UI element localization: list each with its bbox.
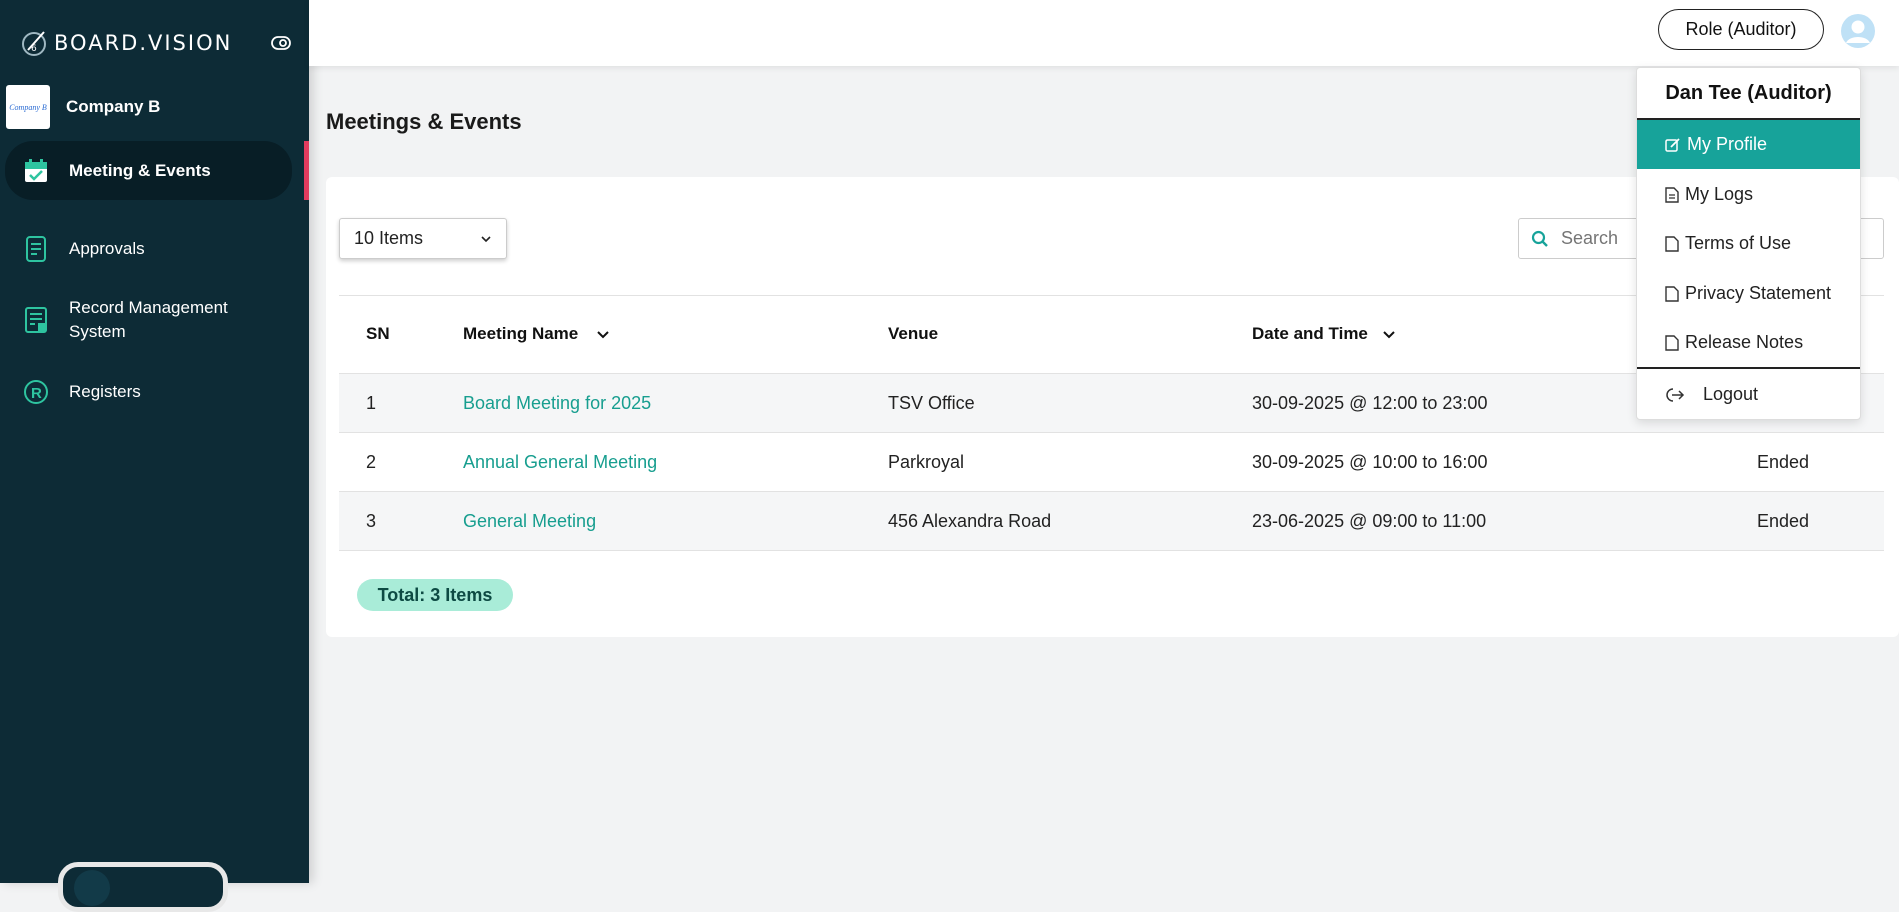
- brand-logo-icon: 6: [22, 31, 46, 56]
- sort-chevron-icon[interactable]: [596, 327, 610, 341]
- menu-item-my-logs[interactable]: My Logs: [1637, 170, 1860, 219]
- sidebar-item-record-management[interactable]: Record Management System: [5, 290, 292, 350]
- menu-item-label: My Profile: [1687, 134, 1768, 154]
- cell-sn: 3: [366, 511, 377, 531]
- role-button[interactable]: Role (Auditor): [1658, 9, 1824, 50]
- logout-icon: [1666, 387, 1685, 402]
- menu-item-label: Release Notes: [1685, 332, 1804, 352]
- calendar-check-icon: [25, 158, 47, 182]
- header-label: Meeting Name: [463, 324, 579, 343]
- menu-item-terms-of-use[interactable]: Terms of Use: [1637, 219, 1860, 268]
- table-row: 3 General Meeting 456 Alexandra Road 23-…: [339, 492, 1884, 551]
- records-icon: [25, 307, 47, 333]
- document-list-icon: [26, 236, 46, 262]
- header-meeting-name[interactable]: Meeting Name: [463, 324, 610, 344]
- cell-venue: 456 Alexandra Road: [888, 511, 1052, 531]
- sidebar-item-label: Meeting & Events: [69, 160, 211, 180]
- menu-divider: [1637, 367, 1860, 369]
- header-label: Date and Time: [1252, 324, 1368, 343]
- sidebar-toggle-icon[interactable]: [271, 36, 291, 50]
- document-icon: [1665, 285, 1679, 302]
- meeting-name-link[interactable]: General Meeting: [463, 511, 596, 532]
- active-nav-indicator: [304, 141, 309, 200]
- search-icon: [1531, 230, 1548, 247]
- header-sn: SN: [366, 324, 390, 343]
- brand[interactable]: 6 BOARD.VISION: [20, 26, 232, 60]
- edit-icon: [1665, 137, 1680, 152]
- items-per-page-select[interactable]: 10 Items: [339, 218, 507, 259]
- company-switcher[interactable]: Company B Company B: [6, 85, 160, 129]
- cell-date-time: 30-09-2025 @ 12:00 to 23:00: [1252, 393, 1488, 413]
- chevron-down-icon: [481, 236, 491, 243]
- menu-item-label: Privacy Statement: [1685, 283, 1832, 303]
- page-title: Meetings & Events: [326, 109, 522, 134]
- menu-item-my-profile[interactable]: My Profile: [1637, 120, 1860, 169]
- menu-item-label: My Logs: [1685, 184, 1754, 204]
- document-icon: [1665, 334, 1679, 351]
- cell-venue: TSV Office: [888, 393, 975, 413]
- svg-text:6: 6: [31, 44, 37, 54]
- meeting-name-link[interactable]: Board Meeting for 2025: [463, 393, 651, 414]
- sidebar-bottom-avatar: [74, 870, 110, 906]
- sidebar-item-meetings-events[interactable]: Meeting & Events: [5, 141, 292, 200]
- user-menu-header: Dan Tee (Auditor): [1637, 68, 1860, 120]
- sort-chevron-icon[interactable]: [1382, 327, 1396, 341]
- total-items-badge: Total: 3 Items: [357, 579, 513, 611]
- menu-item-release-notes[interactable]: Release Notes: [1637, 318, 1860, 367]
- meeting-name-link[interactable]: Annual General Meeting: [463, 452, 657, 473]
- cell-status: Ended: [1757, 511, 1810, 531]
- company-logo: Company B: [6, 85, 50, 129]
- cell-date-time: 23-06-2025 @ 09:00 to 11:00: [1252, 511, 1487, 531]
- header-venue: Venue: [888, 324, 939, 343]
- sidebar-item-approvals[interactable]: Approvals: [5, 224, 292, 274]
- cell-sn: 2: [366, 452, 377, 472]
- sidebar: 6 BOARD.VISION Company B Company B Meeti…: [0, 0, 309, 912]
- company-name: Company B: [66, 97, 161, 116]
- cell-date-time: 30-09-2025 @ 10:00 to 16:00: [1252, 452, 1488, 472]
- svg-text:R: R: [31, 385, 42, 402]
- cell-sn: 1: [366, 393, 377, 413]
- cell-status: Ended: [1757, 452, 1810, 472]
- document-lines-icon: [1665, 186, 1679, 203]
- menu-item-label: Logout: [1703, 384, 1759, 404]
- document-icon: [1665, 235, 1679, 252]
- user-avatar-icon[interactable]: [1840, 13, 1876, 49]
- sidebar-item-label: Record Management System: [69, 298, 228, 341]
- items-per-page-value: 10 Items: [354, 228, 424, 248]
- user-menu-dropdown: Dan Tee (Auditor) My Profile My Logs Ter…: [1636, 67, 1861, 420]
- cell-venue: Parkroyal: [888, 452, 965, 472]
- sidebar-item-label: Registers: [69, 382, 141, 401]
- menu-item-privacy-statement[interactable]: Privacy Statement: [1637, 269, 1860, 318]
- header-date-time[interactable]: Date and Time: [1252, 324, 1396, 344]
- menu-item-logout[interactable]: Logout: [1637, 370, 1860, 419]
- table-row: 2 Annual General Meeting Parkroyal 30-09…: [339, 433, 1884, 492]
- sidebar-item-registers[interactable]: R Registers: [5, 372, 292, 412]
- brand-name: BOARD.VISION: [54, 31, 233, 55]
- registered-icon: R: [24, 380, 48, 404]
- menu-item-label: Terms of Use: [1685, 233, 1792, 253]
- sidebar-item-label: Approvals: [69, 239, 145, 258]
